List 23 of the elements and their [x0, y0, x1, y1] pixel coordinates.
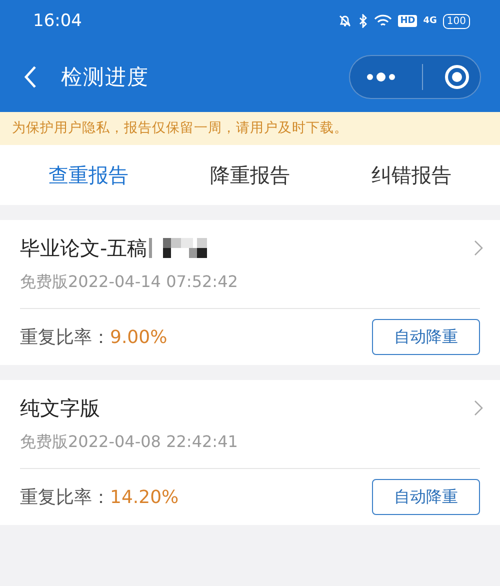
- duplicate-rate: 重复比率：14.20%: [20, 486, 179, 509]
- hd-badge: HD: [398, 15, 418, 27]
- back-icon[interactable]: [23, 65, 37, 89]
- report-date: 免费版2022-04-14 07:52:42: [20, 272, 480, 309]
- bluetooth-icon: [358, 14, 368, 28]
- duplicate-rate: 重复比率：9.00%: [20, 326, 168, 349]
- status-time: 16:04: [33, 11, 82, 31]
- report-tab[interactable]: 降重报告: [204, 158, 296, 192]
- report-tab[interactable]: 查重报告: [42, 158, 135, 192]
- report-tab[interactable]: 纠错报告: [365, 158, 458, 192]
- page-title: 检测进度: [61, 64, 150, 91]
- network-label: 4G: [423, 16, 437, 26]
- report-title: 纯文字版: [20, 394, 100, 422]
- auto-reduce-button[interactable]: 自动降重: [372, 479, 480, 515]
- report-title: 毕业论文-五稿: [20, 234, 148, 262]
- wifi-icon: [374, 14, 392, 28]
- bell-off-icon: [338, 14, 352, 28]
- privacy-notice: 为保护用户隐私，报告仅保留一周，请用户及时下载。: [0, 112, 500, 145]
- report-card[interactable]: 纯文字版 免费版2022-04-08 22:42:41 重复比率：14.20% 自动降重: [0, 380, 500, 525]
- auto-reduce-button[interactable]: 自动降重: [372, 319, 480, 355]
- battery-indicator: 100: [442, 14, 470, 28]
- report-date: 免费版2022-04-08 22:42:41: [20, 432, 480, 469]
- report-card[interactable]: 毕业论文-五稿 免费版2022-04-14 07:52:42 重复比率：9.00% 自动降重: [0, 220, 500, 365]
